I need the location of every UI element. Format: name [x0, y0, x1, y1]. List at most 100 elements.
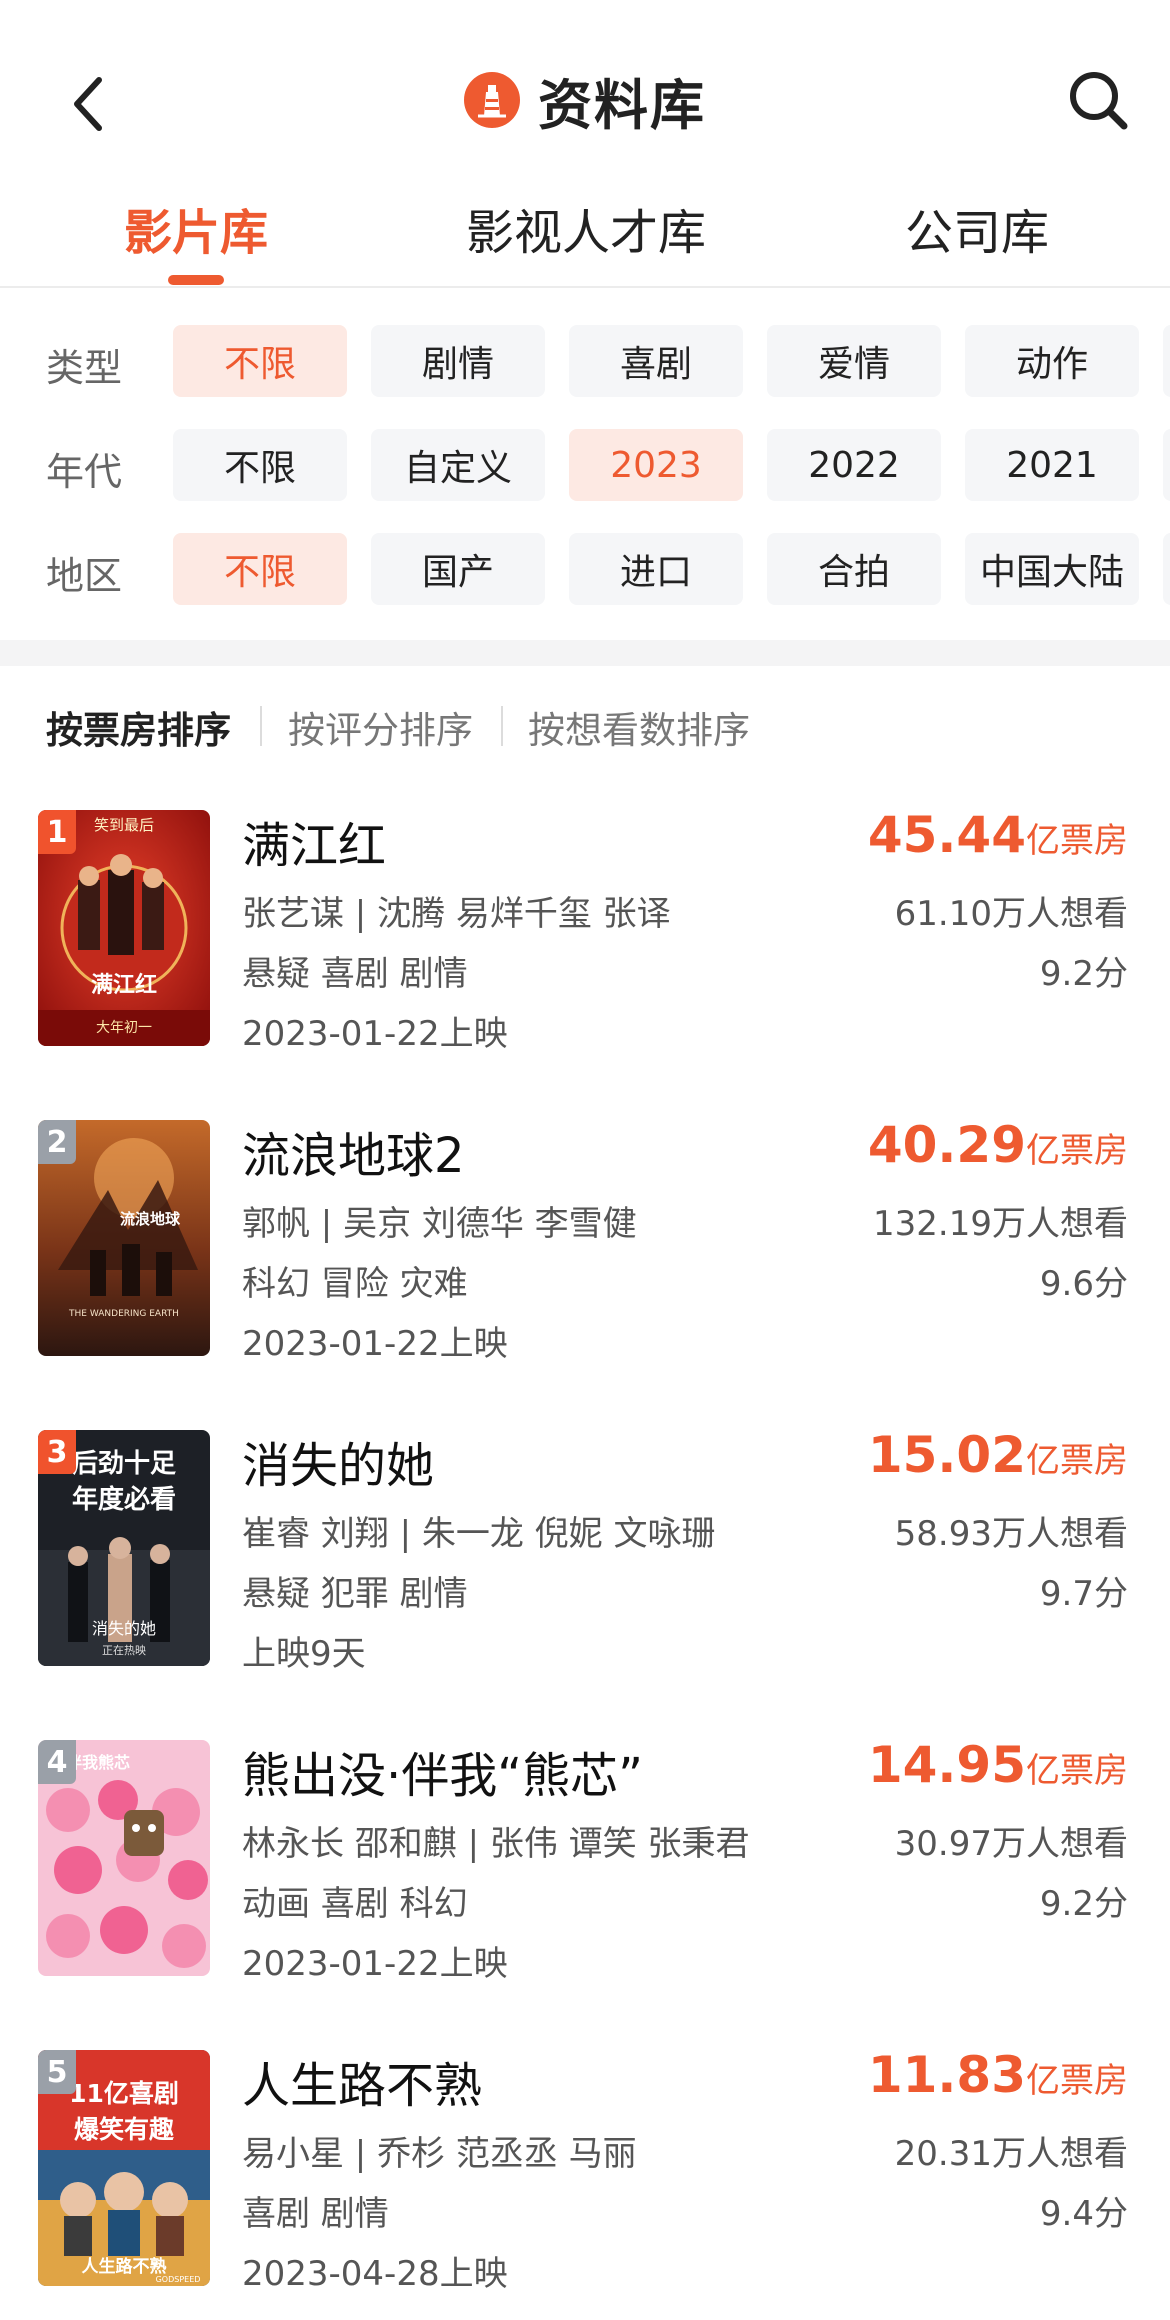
- movie-title[interactable]: 熊出没·伴我“熊芯”: [242, 1736, 643, 1806]
- sort-bar: 按票房排序 按评分排序 按想看数排序: [0, 690, 1170, 760]
- tabs-divider: [0, 286, 1170, 288]
- top-bar: 资料库: [0, 0, 1170, 200]
- movie-poster[interactable]: 后劲十足 年度必看 消失的她 正在热映 3: [38, 1430, 210, 1666]
- movie-genres: 动画 喜剧 科幻: [242, 1884, 468, 1924]
- tab-talent-library[interactable]: 影视人才库: [466, 193, 706, 263]
- box-office-unit: 亿票房: [1026, 1131, 1128, 1171]
- search-button[interactable]: [1060, 62, 1136, 138]
- movie-release: 上映9天: [242, 1634, 366, 1674]
- box-office-unit: 亿票房: [1026, 2061, 1128, 2101]
- movie-title[interactable]: 满江红: [242, 806, 386, 876]
- movie-score: 9.2分: [1039, 1884, 1128, 1924]
- filter-label: 地区: [46, 554, 123, 598]
- box-office: 15.02亿票房: [868, 1426, 1128, 1484]
- box-office: 14.95亿票房: [868, 1736, 1128, 1794]
- movie-release: 2023-04-28上映: [242, 2254, 508, 2294]
- movie-poster[interactable]: 笑到最后 满江红 大年初一 1: [38, 810, 210, 1046]
- box-office-value: 11.83: [867, 2046, 1026, 2104]
- filter-chip[interactable]: 国产: [371, 533, 545, 605]
- want-count: 58.93万人想看: [894, 1514, 1128, 1554]
- movie-poster[interactable]: 流浪地球 THE WANDERING EARTH 2: [38, 1120, 210, 1356]
- rank-badge: 4: [38, 1740, 76, 1784]
- sort-by-rating[interactable]: 按评分排序: [288, 700, 473, 754]
- filter-panel: 类型 不限 剧情 喜剧 爱情 动作 年代 不限 自定义 2023 2022 20…: [0, 325, 1170, 625]
- svg-text:大年初一: 大年初一: [96, 1019, 152, 1036]
- rank-badge: 2: [38, 1120, 76, 1164]
- svg-text:消失的她: 消失的她: [92, 1619, 156, 1638]
- movie-score: 9.6分: [1039, 1264, 1128, 1304]
- list-item[interactable]: 11亿喜剧 爆笑有趣 人生路不熟 GODSPEED 5 人生路不熟 易小星 | …: [0, 2040, 1170, 2296]
- movie-score: 9.2分: [1039, 954, 1128, 994]
- box-office: 45.44亿票房: [868, 806, 1128, 864]
- filter-chip[interactable]: 剧情: [371, 325, 545, 397]
- filter-chip[interactable]: 中国大陆: [965, 533, 1139, 605]
- svg-text:THE WANDERING EARTH: THE WANDERING EARTH: [68, 1309, 179, 1319]
- svg-text:11亿喜剧: 11亿喜剧: [69, 2079, 179, 2108]
- movie-cast: 崔睿 刘翔 | 朱一龙 倪妮 文咏珊: [242, 1514, 716, 1554]
- list-item[interactable]: 伴我熊芯 4 熊出没·伴我“熊芯” 林永长 邵和麒 | 张伟 谭笑 张秉君 动画…: [0, 1730, 1170, 1986]
- filter-row-year: 年代 不限 自定义 2023 2022 2021: [0, 429, 1170, 503]
- search-icon: [1070, 72, 1128, 130]
- list-item[interactable]: 笑到最后 满江红 大年初一 1 满江红 张艺谋 | 沈腾 易烊千玺 张译 悬疑 …: [0, 800, 1170, 1056]
- box-office-unit: 亿票房: [1026, 1751, 1128, 1791]
- movie-genres: 科幻 冒险 灾难: [242, 1264, 468, 1304]
- section-divider: [0, 640, 1170, 666]
- box-office-value: 15.02: [867, 1426, 1026, 1484]
- filter-chip-overflow[interactable]: [1163, 325, 1170, 397]
- svg-text:年度必看: 年度必看: [72, 1484, 176, 1515]
- filter-chip[interactable]: 进口: [569, 533, 743, 605]
- sort-separator: [501, 706, 503, 746]
- box-office-value: 40.29: [867, 1116, 1026, 1174]
- filter-chip[interactable]: 不限: [173, 325, 347, 397]
- svg-text:爆笑有趣: 爆笑有趣: [74, 2115, 174, 2144]
- list-item[interactable]: 后劲十足 年度必看 消失的她 正在热映 3 消失的她 崔睿 刘翔 | 朱一龙 倪…: [0, 1420, 1170, 1676]
- tab-company-library[interactable]: 公司库: [905, 193, 1049, 263]
- movie-release: 2023-01-22上映: [242, 1324, 508, 1364]
- lighthouse-logo-icon: [464, 72, 520, 128]
- filter-chip[interactable]: 爱情: [767, 325, 941, 397]
- page-title: 资料库: [538, 73, 706, 137]
- filter-label: 年代: [46, 450, 123, 494]
- tab-film-library[interactable]: 影片库: [124, 193, 268, 263]
- list-item[interactable]: 流浪地球 THE WANDERING EARTH 2 流浪地球2 郭帆 | 吴京…: [0, 1110, 1170, 1366]
- movie-poster[interactable]: 11亿喜剧 爆笑有趣 人生路不熟 GODSPEED 5: [38, 2050, 210, 2286]
- filter-chip[interactable]: 2023: [569, 429, 743, 501]
- filter-chip-overflow[interactable]: [1163, 533, 1170, 605]
- filter-chip-overflow[interactable]: [1163, 429, 1170, 501]
- svg-text:笑到最后: 笑到最后: [94, 816, 154, 834]
- sort-by-box-office[interactable]: 按票房排序: [46, 700, 231, 754]
- svg-text:后劲十足: 后劲十足: [72, 1449, 176, 1479]
- sort-separator: [260, 706, 262, 746]
- movie-title[interactable]: 消失的她: [242, 1426, 434, 1496]
- svg-text:流浪地球: 流浪地球: [120, 1210, 181, 1228]
- filter-chip[interactable]: 2021: [965, 429, 1139, 501]
- filter-chip[interactable]: 不限: [173, 429, 347, 501]
- svg-text:人生路不熟: 人生路不熟: [82, 2256, 167, 2277]
- box-office-unit: 亿票房: [1026, 1441, 1128, 1481]
- want-count: 20.31万人想看: [894, 2134, 1128, 2174]
- filter-row-region: 地区 不限 国产 进口 合拍 中国大陆: [0, 533, 1170, 607]
- want-count: 30.97万人想看: [894, 1824, 1128, 1864]
- box-office-unit: 亿票房: [1026, 821, 1128, 861]
- rank-badge: 1: [38, 810, 76, 854]
- svg-text:满江红: 满江红: [91, 972, 157, 998]
- movie-title[interactable]: 人生路不熟: [242, 2046, 482, 2116]
- sort-by-want[interactable]: 按想看数排序: [528, 700, 750, 754]
- svg-text:GODSPEED: GODSPEED: [156, 2275, 201, 2284]
- svg-text:正在热映: 正在热映: [102, 1644, 146, 1657]
- rank-badge: 5: [38, 2050, 76, 2094]
- filter-chip[interactable]: 不限: [173, 533, 347, 605]
- movie-genres: 悬疑 喜剧 剧情: [242, 954, 468, 994]
- movie-title[interactable]: 流浪地球2: [242, 1116, 465, 1186]
- filter-chip[interactable]: 合拍: [767, 533, 941, 605]
- movie-cast: 易小星 | 乔杉 范丞丞 马丽: [242, 2134, 637, 2174]
- rank-badge: 3: [38, 1430, 76, 1474]
- filter-chip[interactable]: 动作: [965, 325, 1139, 397]
- movie-poster[interactable]: 伴我熊芯 4: [38, 1740, 210, 1976]
- filter-chip[interactable]: 2022: [767, 429, 941, 501]
- movie-release: 2023-01-22上映: [242, 1014, 508, 1054]
- filter-chip[interactable]: 自定义: [371, 429, 545, 501]
- filter-chip[interactable]: 喜剧: [569, 325, 743, 397]
- movie-cast: 林永长 邵和麒 | 张伟 谭笑 张秉君: [242, 1824, 750, 1864]
- want-count: 132.19万人想看: [873, 1204, 1128, 1244]
